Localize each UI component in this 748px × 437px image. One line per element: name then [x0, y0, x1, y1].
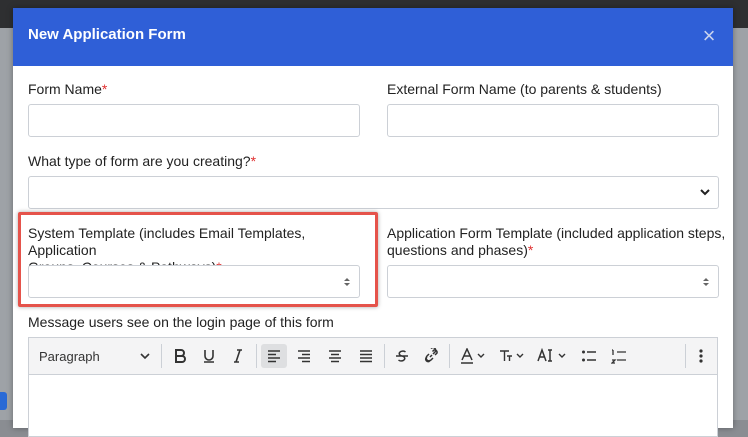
more-options-button[interactable] [691, 344, 711, 368]
application-form-template-select[interactable] [387, 265, 719, 298]
side-badge[interactable] [0, 392, 7, 410]
more-icon [699, 349, 703, 363]
chevron-down-icon [700, 189, 710, 196]
text-size-icon [537, 348, 566, 362]
backdrop-left [0, 28, 13, 420]
editor-toolbar: Paragraph [29, 338, 717, 375]
close-icon: × [702, 23, 716, 48]
toolbar-separator [161, 344, 162, 368]
strikethrough-button[interactable] [390, 344, 414, 368]
bulleted-list-button[interactable] [577, 344, 601, 368]
strikethrough-icon [396, 350, 408, 362]
link-button[interactable] [419, 344, 443, 368]
login-message-label: Message users see on the login page of t… [28, 314, 334, 330]
system-template-highlight [18, 212, 378, 307]
align-left-button[interactable] [261, 344, 287, 368]
align-center-icon [329, 350, 341, 363]
block-format-dropdown[interactable]: Paragraph [39, 344, 151, 368]
toolbar-separator [256, 344, 257, 368]
chevron-down-icon [140, 353, 150, 360]
toolbar-separator [384, 344, 385, 368]
bold-icon [175, 349, 186, 363]
align-right-button[interactable] [292, 344, 316, 368]
underline-button[interactable] [197, 344, 221, 368]
align-left-icon [268, 350, 280, 363]
backdrop-right [733, 28, 748, 420]
italic-icon [234, 349, 242, 363]
bold-button[interactable] [168, 344, 192, 368]
application-form-template-label: Application Form Template (included appl… [387, 225, 726, 258]
underline-icon [204, 350, 214, 363]
text-size-button[interactable] [535, 344, 573, 368]
numbered-list-button[interactable] [607, 344, 631, 368]
align-justify-button[interactable] [354, 344, 378, 368]
modal-header: New Application Form × [13, 8, 733, 66]
form-type-select[interactable] [28, 176, 719, 209]
align-justify-icon [360, 350, 372, 363]
form-name-input[interactable] [28, 104, 360, 137]
close-button[interactable]: × [699, 23, 719, 48]
align-right-icon [298, 350, 310, 363]
align-center-button[interactable] [323, 344, 347, 368]
toolbar-separator [685, 344, 686, 368]
font-color-button[interactable] [457, 344, 491, 368]
external-form-name-input[interactable] [387, 104, 719, 137]
form-type-label: What type of form are you creating?* [28, 153, 257, 169]
rich-text-editor[interactable]: Paragraph [28, 337, 718, 437]
link-icon [425, 348, 438, 363]
select-updown-icon [703, 278, 709, 286]
new-application-form-modal: New Application Form × Form Name* Extern… [13, 8, 733, 437]
numbered-list-icon [611, 349, 626, 364]
form-name-label: Form Name* [28, 81, 108, 97]
external-form-name-label: External Form Name (to parents & student… [387, 81, 662, 97]
toolbar-separator [449, 344, 450, 368]
italic-button[interactable] [226, 344, 250, 368]
bulleted-list-icon [582, 350, 596, 362]
modal-title: New Application Form [28, 26, 186, 43]
font-size-button[interactable] [496, 344, 530, 368]
font-color-icon [461, 348, 485, 364]
font-size-icon [500, 350, 524, 361]
block-format-value: Paragraph [39, 348, 100, 364]
